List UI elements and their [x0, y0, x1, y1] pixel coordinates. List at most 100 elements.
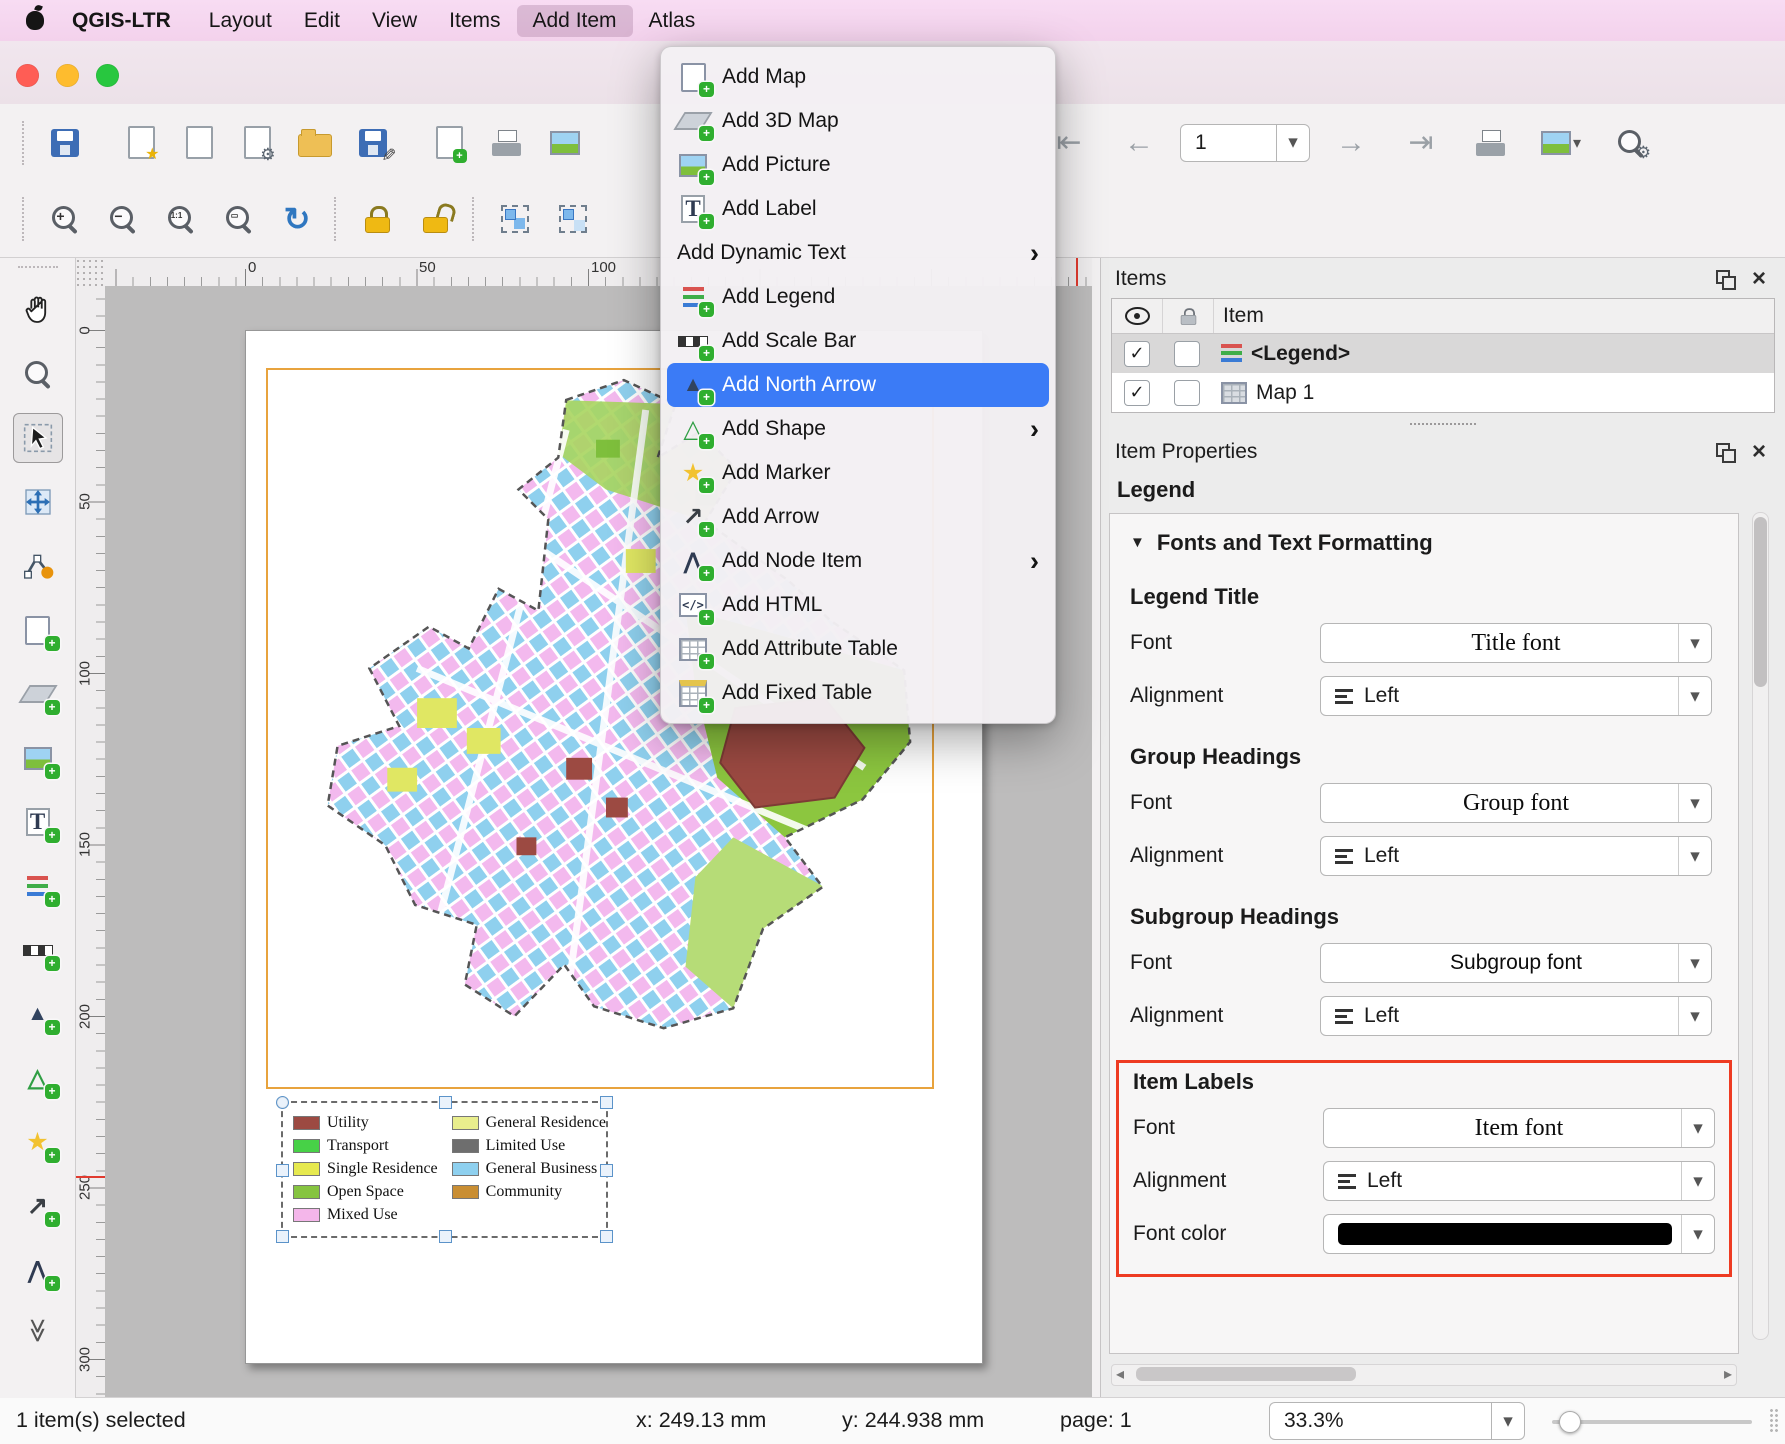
menu-item[interactable]: Add Arrow — [661, 495, 1055, 539]
horizontal-scrollbar[interactable] — [1111, 1364, 1737, 1386]
open-template-button[interactable] — [286, 114, 344, 172]
chevron-down-icon[interactable] — [1681, 1109, 1714, 1147]
menu-item[interactable]: Add Shape — [661, 407, 1055, 451]
chevron-down-icon[interactable] — [1678, 837, 1711, 875]
zoom-full-button[interactable]: ▭ — [210, 190, 268, 248]
legend-item[interactable]: Utility Transport Single Residence Open … — [281, 1101, 608, 1238]
panel-splitter[interactable] — [1410, 423, 1476, 429]
title-font-dropdown[interactable]: Title font — [1320, 623, 1712, 663]
ungroup-items-button[interactable] — [544, 190, 602, 248]
add-marker-tool[interactable] — [13, 1117, 63, 1167]
visibility-checkbox[interactable] — [1124, 341, 1150, 367]
lock-items-button[interactable] — [348, 190, 406, 248]
fullscreen-window-button[interactable] — [96, 64, 119, 87]
item-font-dropdown[interactable]: Item font — [1323, 1108, 1715, 1148]
chevron-down-icon[interactable] — [1678, 997, 1711, 1035]
atlas-settings-button[interactable] — [1602, 114, 1660, 172]
collapse-triangle-icon[interactable] — [1130, 534, 1145, 552]
chevron-down-icon[interactable] — [1276, 124, 1310, 162]
add-scale-bar-tool[interactable] — [13, 925, 63, 975]
atlas-prev-button[interactable] — [1110, 114, 1168, 172]
toolbar-grip[interactable] — [334, 197, 340, 241]
menu-item[interactable]: Add Attribute Table — [661, 627, 1055, 671]
scrollbar-thumb[interactable] — [1754, 517, 1767, 687]
menu-item[interactable]: Add Fixed Table — [661, 671, 1055, 715]
add-arrow-tool[interactable] — [13, 1181, 63, 1231]
zoom-slider[interactable] — [1552, 1420, 1752, 1424]
menu-item[interactable]: Add Marker — [661, 451, 1055, 495]
zoom-in-button[interactable]: + — [36, 190, 94, 248]
chevron-down-icon[interactable] — [1678, 944, 1711, 982]
zoom-level-value[interactable]: 33.3% — [1269, 1402, 1491, 1440]
chevron-down-icon[interactable] — [1678, 624, 1711, 662]
menu-item[interactable]: Add Legend — [661, 275, 1055, 319]
add-shape-tool[interactable] — [13, 1053, 63, 1103]
chevron-down-icon[interactable] — [1678, 784, 1711, 822]
menubar-item[interactable]: QGIS-LTR — [56, 5, 187, 37]
apple-menu-icon[interactable] — [26, 11, 44, 30]
selection-handle[interactable] — [600, 1096, 613, 1109]
close-window-button[interactable] — [16, 64, 39, 87]
vertical-scrollbar[interactable] — [1752, 512, 1769, 1340]
selection-handle[interactable] — [600, 1164, 613, 1177]
menu-item[interactable]: Add Dynamic Text — [661, 231, 1055, 275]
menubar-item[interactable]: Add Item — [517, 5, 633, 37]
menubar-item[interactable]: View — [356, 5, 433, 37]
menu-item[interactable]: Add Label — [661, 187, 1055, 231]
lock-checkbox[interactable] — [1174, 380, 1200, 406]
save-project-button[interactable] — [36, 114, 94, 172]
toolbar-grip[interactable] — [18, 266, 58, 272]
menubar-item[interactable]: Items — [433, 5, 516, 37]
group-alignment-dropdown[interactable]: Left — [1320, 836, 1712, 876]
atlas-last-button[interactable] — [1392, 114, 1450, 172]
menu-item[interactable]: Add Node Item — [661, 539, 1055, 583]
selection-handle[interactable] — [439, 1096, 452, 1109]
subgroup-font-dropdown[interactable]: Subgroup font — [1320, 943, 1712, 983]
selection-handle[interactable] — [276, 1230, 289, 1243]
zoom-tool[interactable] — [13, 349, 63, 399]
menu-item[interactable]: Add Picture — [661, 143, 1055, 187]
menu-item[interactable]: Add 3D Map — [661, 99, 1055, 143]
close-panel-button[interactable] — [1747, 267, 1771, 291]
layout-manager-button[interactable] — [228, 114, 286, 172]
unlock-items-button[interactable] — [406, 190, 464, 248]
edit-nodes-tool[interactable] — [13, 541, 63, 591]
close-panel-button[interactable] — [1747, 440, 1771, 464]
move-item-content-tool[interactable] — [13, 477, 63, 527]
export-as-image-button[interactable] — [536, 114, 594, 172]
menu-item[interactable]: Add Scale Bar — [661, 319, 1055, 363]
zoom-level-combo[interactable]: 33.3% — [1269, 1402, 1525, 1440]
toolbar-grip[interactable] — [22, 197, 28, 241]
select-move-item-tool[interactable] — [13, 413, 63, 463]
export-atlas-button[interactable] — [1532, 114, 1590, 172]
print-layout-button[interactable] — [478, 114, 536, 172]
subgroup-alignment-dropdown[interactable]: Left — [1320, 996, 1712, 1036]
add-picture-tool[interactable] — [13, 733, 63, 783]
toolbar-grip[interactable] — [472, 197, 478, 241]
selection-handle[interactable] — [600, 1230, 613, 1243]
more-tools-chevron-icon[interactable]: ≫ — [23, 1318, 52, 1343]
menu-item[interactable]: Add North Arrow — [667, 363, 1049, 407]
pan-tool[interactable] — [13, 285, 63, 335]
new-layout-button[interactable] — [112, 114, 170, 172]
add-node-item-tool[interactable] — [13, 1245, 63, 1295]
print-atlas-button[interactable] — [1462, 114, 1520, 172]
selection-handle[interactable] — [276, 1096, 289, 1109]
float-panel-button[interactable] — [1713, 440, 1737, 464]
minimize-window-button[interactable] — [56, 64, 79, 87]
atlas-page-combo[interactable]: 1 — [1180, 124, 1310, 162]
toolbar-grip[interactable] — [22, 121, 28, 165]
atlas-next-button[interactable] — [1322, 114, 1380, 172]
add-3d-map-tool[interactable] — [13, 669, 63, 719]
items-row-map[interactable]: Map 1 — [1112, 373, 1774, 412]
add-legend-tool[interactable] — [13, 861, 63, 911]
add-pages-button[interactable] — [420, 114, 478, 172]
chevron-down-icon[interactable] — [1681, 1215, 1714, 1253]
chevron-down-icon[interactable] — [1678, 677, 1711, 715]
add-map-tool[interactable] — [13, 605, 63, 655]
chevron-down-icon[interactable] — [1681, 1162, 1714, 1200]
refresh-button[interactable] — [268, 190, 326, 248]
fonts-section-header[interactable]: Fonts and Text Formatting — [1130, 530, 1718, 556]
visibility-checkbox[interactable] — [1124, 380, 1150, 406]
menubar-item[interactable]: Atlas — [633, 5, 712, 37]
